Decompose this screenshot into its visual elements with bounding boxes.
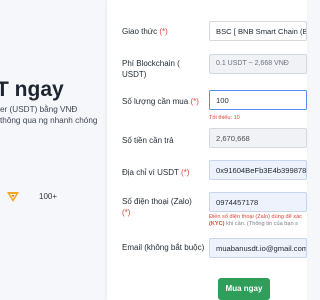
brand-logo-icon — [7, 192, 19, 202]
phone-note: Điền số điện thoại (Zalo) dùng để xác (KY… — [209, 214, 302, 227]
email-label: Email (không bắt buộc) — [122, 243, 205, 252]
email-input[interactable]: muabanusdt.io@gmail.com — [209, 238, 307, 258]
quantity-min-note: Tối thiểu: 10 — [209, 115, 240, 121]
hero-panel: T ngay er (USDT) bằng VNĐ thông qua ng n… — [0, 0, 105, 300]
protocol-label: Giao thức (*) — [122, 27, 168, 36]
hero-stat-count: 100+ — [39, 192, 58, 201]
phone-label: Số điện thoại (Zalo) (*) — [122, 197, 192, 217]
quantity-label: Số lượng cần mua (*) — [122, 97, 199, 106]
buy-form-card: Giao thức (*) BSC [ BNB Smart Chain (BEP… — [107, 0, 307, 300]
hero-description: er (USDT) bằng VNĐ thông qua ng nhanh ch… — [0, 105, 98, 125]
hero-title: T ngay — [0, 78, 64, 101]
quantity-input[interactable]: 100 — [209, 90, 307, 110]
fee-label: Phí Blockchain ( USDT) — [122, 59, 180, 79]
wallet-address-input[interactable]: 0x91604BeFb3E4b399878E — [209, 160, 307, 180]
phone-input[interactable]: 0974457178 — [209, 192, 307, 212]
buy-now-button[interactable]: Mua ngay — [218, 278, 270, 300]
amount-label: Số tiền cần trả — [122, 136, 174, 145]
protocol-select[interactable]: BSC [ BNB Smart Chain (BEP20) ] — [209, 21, 307, 41]
fee-field: 0.1 USDT ~ 2,668 VNĐ — [209, 54, 307, 74]
amount-field: 2,670,668 — [209, 128, 307, 148]
wallet-label: Địa chỉ ví USDT (*) — [122, 168, 190, 177]
